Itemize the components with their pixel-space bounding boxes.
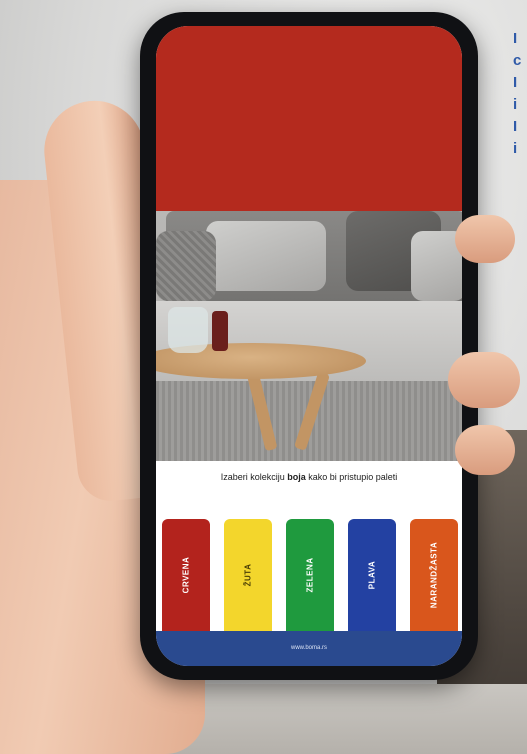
cushion bbox=[206, 221, 326, 291]
color-collections: CRVENA ŽUTA ZELENA PLAVA NARANDŽASTA bbox=[156, 519, 462, 631]
phone-screen: Izaberi kolekciju boja kako bi pristupio… bbox=[156, 26, 462, 666]
collection-narandzasta-button[interactable]: NARANDŽASTA bbox=[410, 519, 458, 631]
collection-plava-button[interactable]: PLAVA bbox=[348, 519, 396, 631]
prompt-text-start: Izaberi kolekciju bbox=[220, 472, 288, 482]
collection-prompt: Izaberi kolekciju boja kako bi pristupio… bbox=[156, 472, 462, 482]
collection-label: ŽUTA bbox=[243, 563, 253, 587]
side-text-char: c bbox=[513, 52, 522, 69]
candle bbox=[212, 311, 228, 351]
collection-zelena-button[interactable]: ZELENA bbox=[286, 519, 334, 631]
smartphone: Izaberi kolekciju boja kako bi pristupio… bbox=[140, 12, 478, 680]
side-text-char: I bbox=[513, 74, 518, 91]
scene: I c I i I i Izaberi kolekciju boja kako … bbox=[0, 0, 527, 754]
side-text-char: i bbox=[513, 96, 518, 113]
collection-label: CRVENA bbox=[181, 556, 191, 594]
footer-bar: www.boma.rs bbox=[156, 631, 462, 666]
collection-zuta-button[interactable]: ŽUTA bbox=[224, 519, 272, 631]
footer-url-link[interactable]: www.boma.rs bbox=[291, 645, 327, 651]
prompt-text-end: kako bi pristupio paleti bbox=[305, 472, 398, 482]
side-text-char: I bbox=[513, 30, 518, 47]
hand-finger bbox=[455, 215, 515, 263]
collection-label: ZELENA bbox=[305, 557, 315, 593]
side-text-fragment: I c I i I i bbox=[513, 28, 527, 160]
collection-label: NARANDŽASTA bbox=[429, 541, 439, 609]
collection-label: PLAVA bbox=[367, 560, 377, 590]
room-photo bbox=[156, 211, 462, 461]
glass-vase bbox=[168, 307, 208, 353]
hand-finger bbox=[448, 352, 520, 408]
side-text-char: I bbox=[513, 118, 518, 135]
cushion bbox=[156, 231, 216, 301]
hand-finger bbox=[455, 425, 515, 475]
wall-color-preview bbox=[156, 26, 462, 211]
collection-crvena-button[interactable]: CRVENA bbox=[162, 519, 210, 631]
side-text-char: i bbox=[513, 140, 518, 157]
prompt-text-bold: boja bbox=[287, 472, 306, 482]
